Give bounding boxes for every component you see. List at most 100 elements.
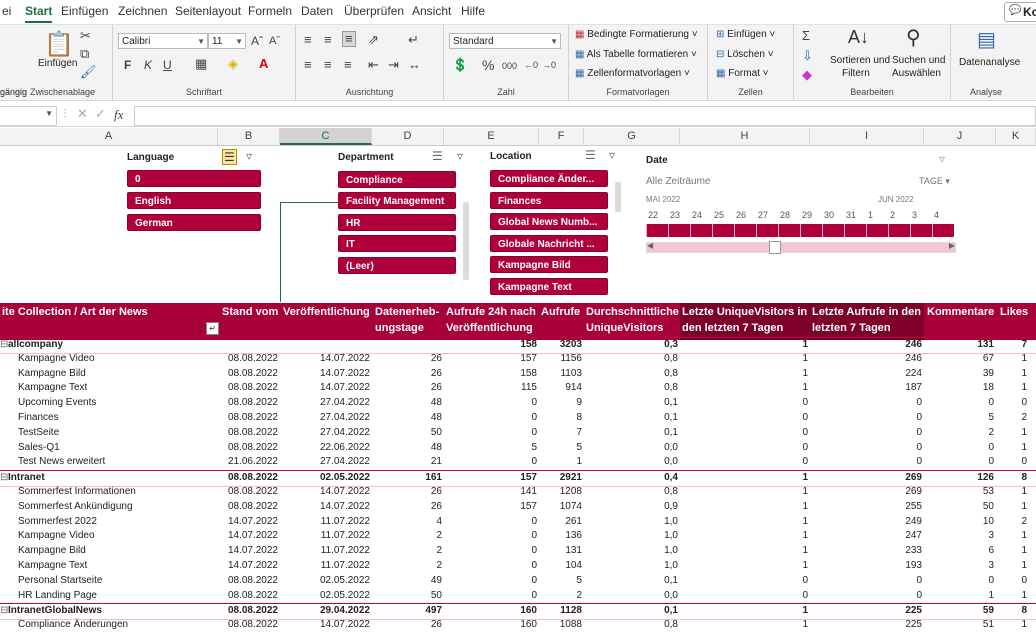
column-header-j[interactable]: J — [924, 128, 996, 145]
slicer-item[interactable]: German — [127, 214, 261, 231]
grow-font-icon[interactable]: Aˆ — [251, 34, 263, 48]
table-row[interactable]: Finances 08.08.2022 27.04.2022 48 0 8 0,1 0 0 5 2 — [0, 411, 1036, 426]
cut-icon[interactable]: ✂ — [80, 29, 91, 43]
currency-icon[interactable]: 💲 — [452, 58, 468, 72]
merge-icon[interactable]: ↔ — [408, 58, 421, 72]
column-header-k[interactable]: K — [996, 128, 1036, 145]
slicer-item[interactable]: Finances — [490, 192, 608, 209]
sort-filter-button[interactable]: A↓ Sortieren und Filtern — [830, 27, 890, 81]
copy-icon[interactable]: ⧉ — [80, 47, 89, 61]
table-row[interactable]: TestSeite 08.08.2022 27.04.2022 50 0 7 0,1 0 0 2 1 — [0, 426, 1036, 441]
slicer-item[interactable]: Compliance Änder... — [490, 170, 608, 187]
table-row[interactable]: Sales-Q1 08.08.2022 22.06.2022 48 5 5 0,0 0 0 0 1 — [0, 441, 1036, 456]
table-row[interactable]: Sommerfest Ankündigung 08.08.2022 14.07.20… — [0, 500, 1036, 515]
tab-ansicht[interactable]: Ansicht — [412, 4, 451, 18]
delete-cells-button[interactable]: ⊟ Löschen ˅ — [716, 49, 774, 60]
table-row[interactable]: Kampagne Video 08.08.2022 14.07.2022 26 157 1… — [0, 352, 1036, 367]
align-center-icon[interactable]: ≡ — [324, 58, 332, 72]
fill-color-icon[interactable]: ◈ — [228, 57, 238, 71]
wrap-text-icon[interactable]: ↵ — [408, 33, 419, 47]
clear-icon[interactable]: ◆ — [802, 68, 812, 82]
multi-select-icon[interactable]: ☰ — [432, 149, 443, 163]
table-row[interactable]: Kampagne Text 14.07.2022 11.07.2022 2 0 104 1,… — [0, 559, 1036, 574]
format-as-table-button[interactable]: ▦ Als Tabelle formatieren ˅ — [575, 49, 697, 60]
slicer-item[interactable]: Globale Nachricht ... — [490, 235, 608, 252]
slicer-item[interactable]: Compliance — [338, 171, 456, 188]
increase-indent-icon[interactable]: ⇥ — [388, 58, 399, 72]
format-painter-icon[interactable]: 🖌 — [80, 65, 97, 79]
number-format-select[interactable]: Standard ▼ — [449, 33, 561, 49]
formula-input[interactable] — [134, 106, 1036, 126]
timeline-scroll-thumb[interactable] — [769, 241, 781, 254]
tab-seitenlayout[interactable]: Seitenlayout — [175, 4, 241, 18]
data-analysis-button[interactable]: ▤ Datenanalyse — [957, 27, 1020, 77]
slicer-item[interactable]: English — [127, 192, 261, 209]
table-row[interactable]: Kampagne Video 14.07.2022 11.07.2022 2 0 136 1… — [0, 529, 1036, 544]
slicer-item[interactable]: Facility Management — [338, 192, 456, 209]
align-top-icon[interactable]: ≡ — [304, 33, 312, 47]
slicer-scrollbar[interactable] — [615, 182, 621, 212]
autosum-icon[interactable]: Σ — [802, 29, 810, 43]
table-row[interactable]: Kampagne Text 08.08.2022 14.07.2022 26 115 91… — [0, 381, 1036, 396]
name-box-dropdown-icon[interactable]: ▼ — [45, 109, 53, 118]
table-row[interactable]: Kampagne Bild 08.08.2022 14.07.2022 26 158 11… — [0, 367, 1036, 382]
column-header-i[interactable]: I — [810, 128, 924, 145]
align-bottom-icon[interactable]: ≡ — [342, 31, 356, 47]
table-row[interactable]: Test News erweitert 21.06.2022 27.04.2022 2… — [0, 455, 1036, 470]
align-middle-icon[interactable]: ≡ — [324, 33, 332, 47]
increase-decimal-icon[interactable]: ←0 — [524, 58, 538, 72]
scroll-left-icon[interactable]: ◀ — [647, 241, 653, 250]
table-row[interactable]: Upcoming Events 08.08.2022 27.04.2022 48 0 9 0… — [0, 396, 1036, 411]
slicer-item[interactable]: (Leer) — [338, 257, 456, 274]
multi-select-icon[interactable]: ☰ — [585, 148, 596, 162]
table-row[interactable]: Sommerfest 2022 14.07.2022 11.07.2022 4 0 261… — [0, 515, 1036, 530]
thousands-icon[interactable]: 000 — [502, 59, 517, 73]
insert-function-icon[interactable]: fx — [114, 107, 123, 123]
slicer-scrollbar[interactable] — [463, 202, 469, 280]
italic-button[interactable]: K — [144, 58, 152, 72]
table-row[interactable]: Personal Startseite 08.08.2022 02.05.2022 4… — [0, 574, 1036, 589]
clear-filter-icon[interactable]: ▿ — [457, 149, 463, 163]
orientation-icon[interactable]: ⇗ — [368, 33, 379, 47]
column-header-b[interactable]: B — [218, 128, 280, 145]
tab-zeichnen[interactable]: Zeichnen — [118, 4, 167, 18]
column-header-a[interactable]: A — [0, 128, 218, 145]
align-left-icon[interactable]: ≡ — [304, 58, 312, 72]
cell-styles-button[interactable]: ▦ Zellenformatvorlagen ˅ — [575, 68, 690, 79]
border-icon[interactable]: ▦ — [195, 57, 207, 71]
scroll-right-icon[interactable]: ▶ — [949, 241, 955, 250]
slicer-item[interactable]: Kampagne Text — [490, 278, 608, 295]
fill-icon[interactable]: ⇩ — [802, 49, 813, 63]
share-button[interactable]: 💬 Ko — [1004, 2, 1036, 22]
clear-filter-icon[interactable]: ▿ — [609, 148, 615, 162]
table-row[interactable]: HR Landing Page 08.08.2022 02.05.2022 50 0 2 0… — [0, 589, 1036, 604]
table-row[interactable]: Kampagne Bild 14.07.2022 11.07.2022 2 0 131 1,… — [0, 544, 1036, 559]
slicer-item[interactable]: 0 — [127, 170, 261, 187]
slicer-item[interactable]: Kampagne Bild — [490, 256, 608, 273]
tab-formeln[interactable]: Formeln — [248, 4, 292, 18]
font-name-select[interactable]: Calibri ▼ — [118, 33, 208, 49]
conditional-formatting-button[interactable]: ▦ Bedingte Formatierung ˅ — [575, 29, 698, 40]
name-box[interactable]: ▼ — [0, 106, 57, 126]
tab-ueberpruefen[interactable]: Überprüfen — [344, 4, 404, 18]
tab-hilfe[interactable]: Hilfe — [461, 4, 485, 18]
shrink-font-icon[interactable]: Aˇ — [269, 34, 280, 48]
align-right-icon[interactable]: ≡ — [344, 58, 352, 72]
column-header-f[interactable]: F — [539, 128, 584, 145]
slicer-item[interactable]: HR — [338, 214, 456, 231]
decrease-decimal-icon[interactable]: →0 — [542, 58, 556, 72]
multi-select-icon[interactable]: ☰ — [222, 149, 237, 165]
filter-dropdown-icon[interactable]: ↵ — [206, 322, 219, 335]
underline-button[interactable]: U — [163, 58, 172, 72]
tab-file-cut[interactable]: ei — [2, 4, 11, 18]
percent-icon[interactable]: % — [482, 58, 494, 72]
column-header-e[interactable]: E — [444, 128, 539, 145]
slicer-item[interactable]: IT — [338, 235, 456, 252]
timeline-level-select[interactable]: TAGE ▾ — [919, 176, 950, 187]
column-header-d[interactable]: D — [372, 128, 444, 145]
clear-filter-icon[interactable]: ▿ — [939, 152, 945, 166]
tab-einfuegen[interactable]: Einfügen — [61, 4, 108, 18]
column-header-h[interactable]: H — [680, 128, 810, 145]
column-header-c[interactable]: C — [280, 128, 372, 145]
column-header-g[interactable]: G — [584, 128, 680, 145]
